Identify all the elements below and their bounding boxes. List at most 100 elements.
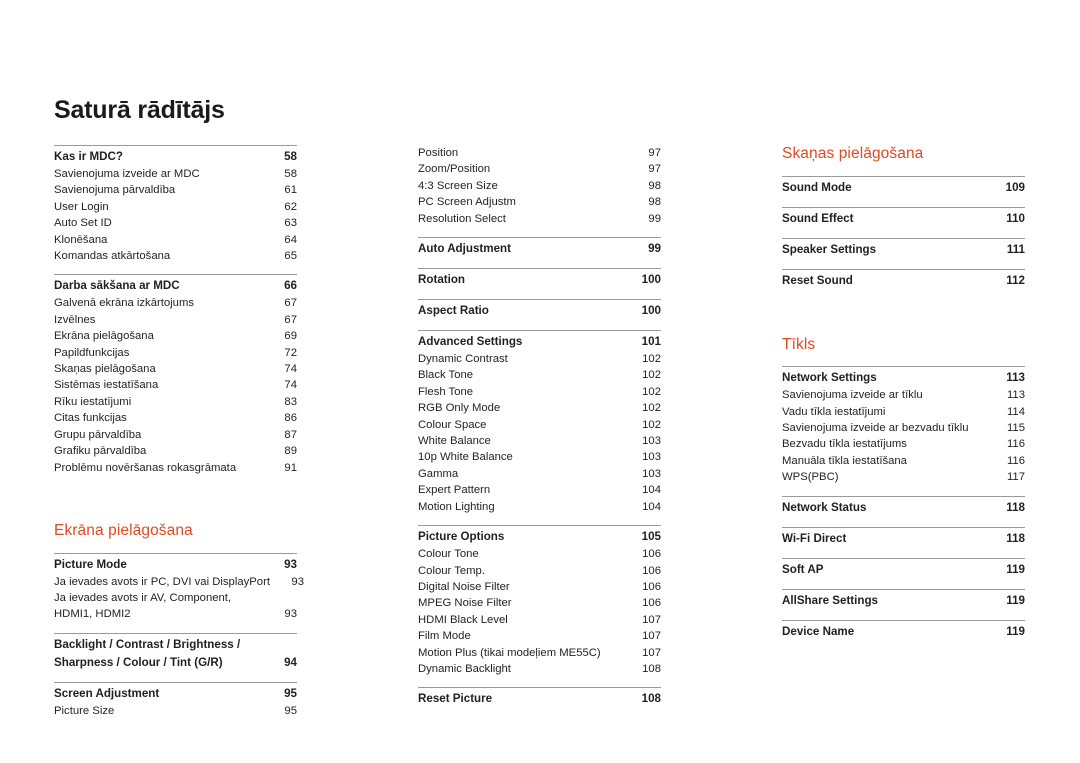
toc-page-number: 119 [1006, 562, 1025, 576]
toc-entry-row[interactable]: 10p White Balance 103 [418, 449, 661, 465]
toc-entry-label: Advanced Settings [418, 335, 523, 349]
toc-section-row[interactable]: Darba sākšana ar MDC 66 [54, 277, 297, 295]
toc-page-number: 63 [284, 217, 297, 230]
toc-entry-row[interactable]: Dynamic Backlight 108 [418, 661, 661, 677]
toc-page-number: 110 [1006, 211, 1025, 225]
toc-section-row[interactable]: Kas ir MDC? 58 [54, 148, 297, 166]
toc-entry-row[interactable]: Komandas atkārtošana 65 [54, 248, 297, 264]
toc-entry-row[interactable]: Grafiku pārvaldība 89 [54, 443, 297, 459]
toc-entry-row[interactable]: Savienojuma izveide ar bezvadu tīklu 115 [782, 420, 1025, 436]
toc-entry-row[interactable]: Motion Plus (tikai modeļiem ME55C) 107 [418, 645, 661, 661]
toc-entry-row[interactable]: HDMI Black Level 107 [418, 612, 661, 628]
toc-entry-row[interactable]: Problēmu novēršanas rokasgrāmata 91 [54, 460, 297, 476]
toc-entry-row[interactable]: Position 97 [418, 145, 661, 161]
toc-entry-row[interactable]: Resolution Select 99 [418, 211, 661, 227]
toc-entry-row[interactable]: Expert Pattern 104 [418, 482, 661, 498]
toc-entry-label: Problēmu novēršanas rokasgrāmata [54, 461, 237, 474]
toc-page-number: 115 [1006, 422, 1025, 434]
toc-entry-label: AllShare Settings [782, 593, 878, 607]
toc-section-row[interactable]: Network Status 118 [782, 499, 1025, 517]
toc-block: Screen Adjustment 95 Picture Size 95 [54, 681, 297, 719]
toc-section-row[interactable]: Network Settings 113 [782, 369, 1025, 387]
toc-entry-row[interactable]: Gamma 103 [418, 466, 661, 482]
toc-entry-row[interactable]: User Login 62 [54, 199, 297, 215]
toc-entry-row[interactable]: Picture Size 95 [54, 703, 297, 719]
toc-page-number: 107 [642, 613, 661, 626]
toc-entry-row[interactable]: Colour Space 102 [418, 417, 661, 433]
toc-page-number: 72 [284, 346, 297, 359]
toc-section-row[interactable]: Wi-Fi Direct 118 [782, 530, 1025, 548]
toc-entry-row[interactable]: Sistēmas iestatīšana 74 [54, 377, 297, 393]
toc-block: Rotation 100 [418, 268, 661, 289]
toc-entry-row[interactable]: Izvēlnes 67 [54, 312, 297, 328]
toc-entry-row[interactable]: Klonēšana 64 [54, 232, 297, 248]
toc-section-row[interactable]: Sound Effect 110 [782, 210, 1025, 228]
toc-entry-label: Rotation [418, 273, 466, 287]
toc-section-row[interactable]: AllShare Settings 119 [782, 592, 1025, 610]
toc-entry-row[interactable]: Ekrāna pielāgošana 69 [54, 328, 297, 344]
toc-entry-label: Izvēlnes [54, 313, 96, 326]
toc-entry-label: Aspect Ratio [418, 304, 489, 318]
toc-section-row[interactable]: Speaker Settings 111 [782, 241, 1025, 259]
toc-entry-row[interactable]: Galvenā ekrāna izkārtojums 67 [54, 295, 297, 311]
toc-entry-row[interactable]: Skaņas pielāgošana 74 [54, 361, 297, 377]
toc-entry-label: Bezvadu tīkla iestatījums [782, 438, 907, 451]
toc-entry-row[interactable]: Motion Lighting 104 [418, 499, 661, 515]
toc-entry-row[interactable]: Vadu tīkla iestatījumi 114 [782, 404, 1025, 420]
toc-section-row[interactable]: Advanced Settings 101 [418, 333, 661, 351]
toc-section-row[interactable]: Reset Sound 112 [782, 272, 1025, 290]
toc-entry-row[interactable]: Manuāla tīkla iestatīšana 116 [782, 453, 1025, 469]
toc-entry-row[interactable]: Savienojuma izveide ar MDC 58 [54, 166, 297, 182]
toc-entry-row[interactable]: Rīku iestatījumi 83 [54, 394, 297, 410]
toc-entry-row[interactable]: White Balance 103 [418, 433, 661, 449]
toc-section-row[interactable]: Rotation 100 [418, 271, 661, 289]
toc-entry-row[interactable]: Ja ievades avots ir PC, DVI vai DisplayP… [54, 574, 304, 590]
toc-entry-row[interactable]: RGB Only Mode 102 [418, 400, 661, 416]
toc-entry-label: Backlight / Contrast / Brightness / Shar… [54, 637, 241, 669]
toc-entry-row[interactable]: Savienojuma izveide ar tīklu 113 [782, 387, 1025, 403]
toc-section-row[interactable]: Auto Adjustment 99 [418, 240, 661, 258]
toc-block: Picture Options 105 Colour Tone 106 Colour T… [418, 525, 661, 677]
toc-block: Auto Adjustment 99 [418, 237, 661, 258]
toc-section-row[interactable]: Soft AP 119 [782, 561, 1025, 579]
toc-entry-row[interactable]: Auto Set ID 63 [54, 215, 297, 231]
toc-entry-row[interactable]: Bezvadu tīkla iestatījums 116 [782, 436, 1025, 452]
toc-entry-row[interactable]: Black Tone 102 [418, 367, 661, 383]
toc-page-number: 95 [284, 704, 297, 717]
toc-page-number: 116 [1006, 454, 1025, 467]
toc-entry-label: Klonēšana [54, 233, 108, 246]
toc-page-number: 106 [642, 564, 661, 577]
toc-entry-row[interactable]: Ja ievades avots ir AV, Component, HDMI1… [54, 590, 297, 623]
toc-entry-row[interactable]: Grupu pārvaldība 87 [54, 427, 297, 443]
toc-entry-label: Savienojuma izveide ar bezvadu tīklu [782, 422, 969, 434]
toc-entry-row[interactable]: 4:3 Screen Size 98 [418, 178, 661, 194]
toc-page-number: 67 [284, 313, 297, 326]
toc-entry-row[interactable]: Colour Tone 106 [418, 546, 661, 562]
toc-section-row[interactable]: Backlight / Contrast / Brightness / Shar… [54, 636, 297, 672]
toc-block: Position 97 Zoom/Position 97 4:3 Screen Size… [418, 145, 661, 227]
toc-entry-row[interactable]: Digital Noise Filter 106 [418, 579, 661, 595]
toc-page-number: 83 [284, 395, 297, 408]
toc-entry-row[interactable]: PC Screen Adjustm 98 [418, 194, 661, 210]
toc-entry-row[interactable]: Dynamic Contrast 102 [418, 351, 661, 367]
toc-section-row[interactable]: Reset Picture 108 [418, 690, 661, 708]
toc-entry-row[interactable]: Zoom/Position 97 [418, 161, 661, 177]
page-title: Saturā rādītājs [54, 95, 225, 124]
toc-section-row[interactable]: Aspect Ratio 100 [418, 302, 661, 320]
toc-entry-row[interactable]: Film Mode 107 [418, 628, 661, 644]
toc-entry-row[interactable]: Papildfunkcijas 72 [54, 345, 297, 361]
toc-entry-row[interactable]: WPS(PBC) 117 [782, 469, 1025, 485]
toc-section-row[interactable]: Device Name 119 [782, 623, 1025, 641]
toc-entry-label: Screen Adjustment [54, 686, 160, 700]
toc-block: Speaker Settings 111 [782, 237, 1025, 259]
toc-section-row[interactable]: Screen Adjustment 95 [54, 685, 297, 703]
toc-entry-row[interactable]: Citas funkcijas 86 [54, 410, 297, 426]
toc-section-row[interactable]: Picture Mode 93 [54, 556, 297, 574]
toc-section-row[interactable]: Picture Options 105 [418, 528, 661, 546]
toc-section-row[interactable]: Sound Mode 109 [782, 179, 1025, 197]
toc-entry-row[interactable]: MPEG Noise Filter 106 [418, 595, 661, 611]
toc-entry-label: Auto Set ID [54, 217, 112, 230]
toc-entry-row[interactable]: Flesh Tone 102 [418, 384, 661, 400]
toc-entry-row[interactable]: Colour Temp. 106 [418, 563, 661, 579]
toc-entry-row[interactable]: Savienojuma pārvaldība 61 [54, 182, 297, 198]
